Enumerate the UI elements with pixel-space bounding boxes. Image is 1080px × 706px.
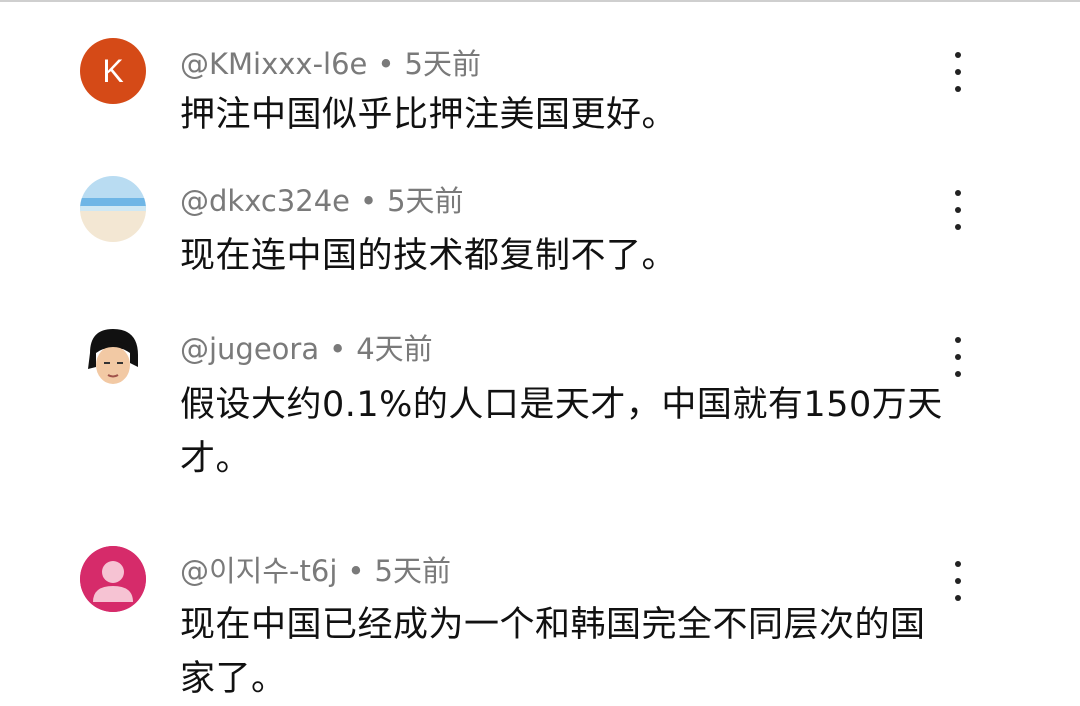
meta-separator: •	[360, 184, 378, 218]
meta-separator: •	[347, 554, 365, 588]
comment-time: 5天前	[404, 47, 481, 81]
avatar[interactable]	[80, 323, 146, 389]
more-options-icon[interactable]	[946, 561, 970, 601]
comment-time: 4天前	[356, 332, 433, 366]
cartoon-face-icon	[80, 323, 146, 389]
avatar[interactable]: K	[80, 38, 146, 104]
avatar-letter: K	[102, 52, 124, 89]
comment-meta: @이지수-t6j • 5天前	[180, 553, 451, 589]
default-user-icon	[80, 546, 146, 612]
comment-time: 5天前	[387, 184, 464, 218]
more-options-icon[interactable]	[946, 337, 970, 377]
comment-meta: @dkxc324e • 5天前	[180, 183, 464, 219]
meta-separator: •	[377, 47, 395, 81]
comment-meta: @KMixxx-l6e • 5天前	[180, 46, 481, 82]
comment-author[interactable]: @이지수-t6j	[180, 554, 337, 588]
comment-time: 5天前	[374, 554, 451, 588]
meta-separator: •	[329, 332, 347, 366]
comment-text: 现在连中国的技术都复制不了。	[180, 236, 678, 276]
comment-author[interactable]: @jugeora	[180, 332, 319, 366]
beach-photo-icon	[80, 176, 146, 242]
comment-meta: @jugeora • 4天前	[180, 331, 433, 367]
avatar[interactable]	[80, 176, 146, 242]
more-options-icon[interactable]	[946, 190, 970, 230]
comment-author[interactable]: @KMixxx-l6e	[180, 47, 367, 81]
comment-text: 押注中国似乎比押注美国更好。	[180, 95, 678, 135]
comment-author[interactable]: @dkxc324e	[180, 184, 350, 218]
top-divider	[0, 0, 1080, 2]
comment-text: 现在中国已经成为一个和韩国完全不同层次的国家了。	[180, 605, 926, 699]
comment-text: 假设大约0.1%的人口是天才，中国就有150万天才。	[180, 385, 943, 479]
more-options-icon[interactable]	[946, 52, 970, 92]
avatar[interactable]	[80, 546, 146, 612]
